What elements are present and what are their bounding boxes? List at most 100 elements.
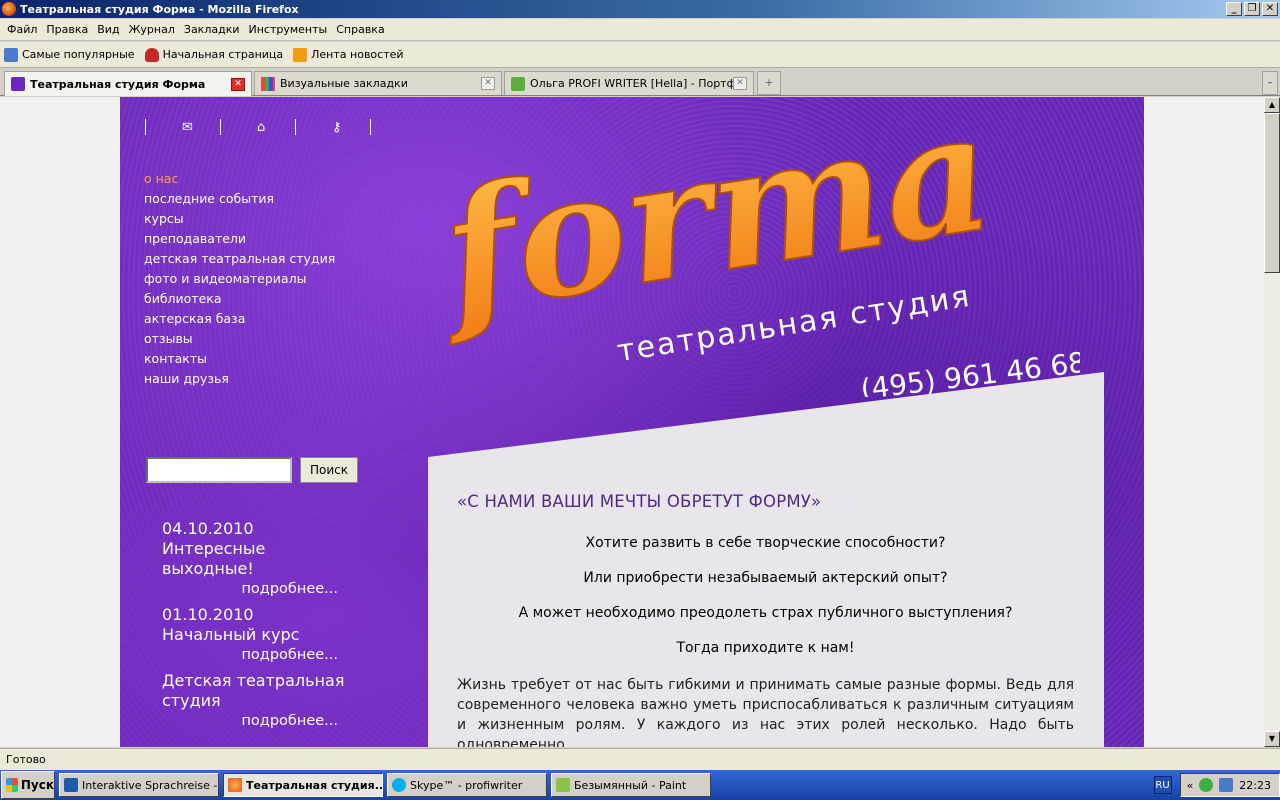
news-date: 04.10.2010 bbox=[162, 519, 254, 538]
scroll-down-button[interactable]: ▼ bbox=[1264, 731, 1280, 747]
main-content-panel: «С НАМИ ВАШИ МЕЧТЫ ОБРЕТУТ ФОРМУ» Хотите… bbox=[428, 372, 1104, 747]
news-title[interactable]: Интересные выходные! bbox=[162, 539, 362, 579]
news-title[interactable]: Детская театральная студия bbox=[162, 671, 362, 711]
news-title[interactable]: Начальный курс bbox=[162, 625, 362, 645]
window-title: Театральная студия Форма - Mozilla Firef… bbox=[20, 2, 299, 16]
envelope-icon[interactable]: ✉ bbox=[182, 120, 220, 135]
menu-file[interactable]: Файл bbox=[7, 23, 37, 36]
search-input[interactable] bbox=[146, 457, 292, 483]
main-content: «С НАМИ ВАШИ МЕЧТЫ ОБРЕТУТ ФОРМУ» Хотите… bbox=[457, 492, 1074, 747]
clock[interactable]: 22:23 bbox=[1239, 779, 1271, 792]
home-icon[interactable]: ⌂ bbox=[257, 120, 295, 135]
search-form: Поиск bbox=[146, 457, 358, 483]
bookmark-most-popular[interactable]: Самые популярные bbox=[4, 47, 135, 62]
bookmark-label: Начальная страница bbox=[162, 48, 284, 61]
bookmark-label: Самые популярные bbox=[22, 48, 135, 61]
firefox-icon bbox=[228, 778, 242, 792]
intro-paragraph: Жизнь требует от нас быть гибкими и прин… bbox=[457, 677, 1074, 747]
network-tray-icon[interactable] bbox=[1219, 778, 1234, 792]
task-paint[interactable]: Безымянный - Paint bbox=[551, 773, 711, 797]
site-container: ✉ ⌂ ⚷ о нас последние события курсы преп… bbox=[120, 97, 1144, 747]
task-label: Театральная студия... bbox=[246, 778, 383, 792]
nav-contacts[interactable]: контакты bbox=[144, 349, 335, 369]
forma-logo: forma театральная студия (495) 961 46 68 bbox=[440, 117, 1080, 397]
paint-icon bbox=[556, 778, 570, 792]
scroll-thumb[interactable] bbox=[1264, 113, 1280, 273]
close-tab-icon[interactable]: ✕ bbox=[481, 77, 495, 90]
tab-profi-writer[interactable]: Ольга PROFI WRITER [Hella] - Портф... ✕ bbox=[504, 71, 754, 95]
tab-list-button[interactable]: – bbox=[1262, 71, 1278, 95]
minimize-button[interactable]: _ bbox=[1226, 2, 1242, 16]
task-label: Безымянный - Paint bbox=[574, 778, 687, 792]
tab-forma[interactable]: Театральная студия Форма ✕ bbox=[4, 71, 252, 96]
menu-help[interactable]: Справка bbox=[336, 23, 384, 36]
maximize-button[interactable]: ❐ bbox=[1244, 2, 1260, 16]
nav-latest-events[interactable]: последние события bbox=[144, 189, 335, 209]
bookmark-news-feed[interactable]: Лента новостей bbox=[293, 47, 404, 62]
tab-bar: Театральная студия Форма ✕ Визуальные за… bbox=[0, 69, 1280, 96]
menu-tools[interactable]: Инструменты bbox=[249, 23, 328, 36]
nav-reviews[interactable]: отзывы bbox=[144, 329, 335, 349]
task-label: Interaktive Sprachreise -... bbox=[82, 778, 219, 792]
tab-label: Визуальные закладки bbox=[280, 77, 408, 90]
task-skype[interactable]: Skype™ - profiwriter bbox=[387, 773, 547, 797]
bookmark-label: Лента новостей bbox=[311, 48, 404, 61]
close-tab-icon[interactable]: ✕ bbox=[231, 77, 245, 91]
profi-writer-icon bbox=[511, 76, 525, 91]
skype-icon bbox=[392, 778, 406, 792]
vertical-scrollbar[interactable]: ▲ ▼ bbox=[1264, 97, 1280, 747]
visual-bookmarks-icon bbox=[261, 76, 275, 91]
status-text: Готово bbox=[6, 753, 46, 766]
menu-edit[interactable]: Правка bbox=[46, 23, 88, 36]
news-date: 01.10.2010 bbox=[162, 605, 254, 624]
search-icon bbox=[4, 47, 18, 62]
close-window-button[interactable]: ✕ bbox=[1262, 2, 1278, 16]
nav-friends[interactable]: наши друзья bbox=[144, 369, 335, 389]
menu-view[interactable]: Вид bbox=[97, 23, 119, 36]
divider bbox=[220, 119, 221, 135]
windows-taskbar: Пуск Interaktive Sprachreise -... Театра… bbox=[0, 770, 1280, 800]
tab-label: Ольга PROFI WRITER [Hella] - Портф... bbox=[530, 77, 733, 90]
news-more-link[interactable]: подробнее... bbox=[162, 579, 338, 599]
window-titlebar: Театральная студия Форма - Mozilla Firef… bbox=[0, 0, 1280, 18]
menu-bar: Файл Правка Вид Журнал Закладки Инструме… bbox=[0, 19, 1280, 41]
app-icon bbox=[64, 778, 78, 792]
firefox-icon bbox=[2, 2, 16, 16]
nav-photo-video[interactable]: фото и видеоматериалы bbox=[144, 269, 335, 289]
nav-kids-studio[interactable]: детская театральная студия bbox=[144, 249, 335, 269]
task-label: Skype™ - profiwriter bbox=[410, 778, 523, 792]
key-icon[interactable]: ⚷ bbox=[332, 120, 370, 135]
nav-actor-base[interactable]: актерская база bbox=[144, 309, 335, 329]
slogan-heading: «С НАМИ ВАШИ МЕЧТЫ ОБРЕТУТ ФОРМУ» bbox=[457, 492, 822, 511]
start-label: Пуск bbox=[20, 778, 54, 792]
menu-history[interactable]: Журнал bbox=[129, 23, 175, 36]
show-hidden-icons-chevron[interactable]: « bbox=[1187, 779, 1194, 792]
close-tab-icon[interactable]: ✕ bbox=[733, 77, 747, 90]
nav-courses[interactable]: курсы bbox=[144, 209, 335, 229]
search-button[interactable]: Поиск bbox=[300, 457, 358, 483]
news-more-link[interactable]: подробнее... bbox=[162, 711, 338, 731]
nav-teachers[interactable]: преподаватели bbox=[144, 229, 335, 249]
language-indicator[interactable]: RU bbox=[1153, 776, 1172, 794]
nav-about[interactable]: о нас bbox=[144, 169, 335, 189]
news-item: 04.10.2010 Интересные выходные! подробне… bbox=[162, 519, 362, 599]
menu-bookmarks[interactable]: Закладки bbox=[184, 23, 240, 36]
bookmark-home-page[interactable]: Начальная страница bbox=[144, 47, 284, 62]
task-sprachreise[interactable]: Interaktive Sprachreise -... bbox=[59, 773, 219, 797]
top-icons: ✉ ⌂ ⚷ bbox=[145, 119, 407, 135]
security-tray-icon[interactable] bbox=[1199, 778, 1214, 792]
start-button[interactable]: Пуск bbox=[1, 771, 55, 799]
tab-visual-bookmarks[interactable]: Визуальные закладки ✕ bbox=[254, 71, 502, 95]
bookmarks-toolbar: Самые популярные Начальная страница Лент… bbox=[0, 42, 1280, 68]
question-line: Или приобрести незабываемый актерский оп… bbox=[583, 570, 948, 586]
news-more-link[interactable]: подробнее... bbox=[162, 645, 338, 665]
scroll-up-button[interactable]: ▲ bbox=[1264, 97, 1280, 113]
home-page-icon bbox=[144, 47, 159, 62]
new-tab-button[interactable]: + bbox=[757, 71, 781, 95]
task-firefox[interactable]: Театральная студия... bbox=[223, 773, 383, 797]
system-tray: RU « 22:23 bbox=[1153, 773, 1280, 797]
divider bbox=[295, 119, 296, 135]
page-viewport: ✉ ⌂ ⚷ о нас последние события курсы преп… bbox=[0, 97, 1264, 747]
nav-library[interactable]: библиотека bbox=[144, 289, 335, 309]
notification-area: « 22:23 bbox=[1179, 773, 1280, 797]
